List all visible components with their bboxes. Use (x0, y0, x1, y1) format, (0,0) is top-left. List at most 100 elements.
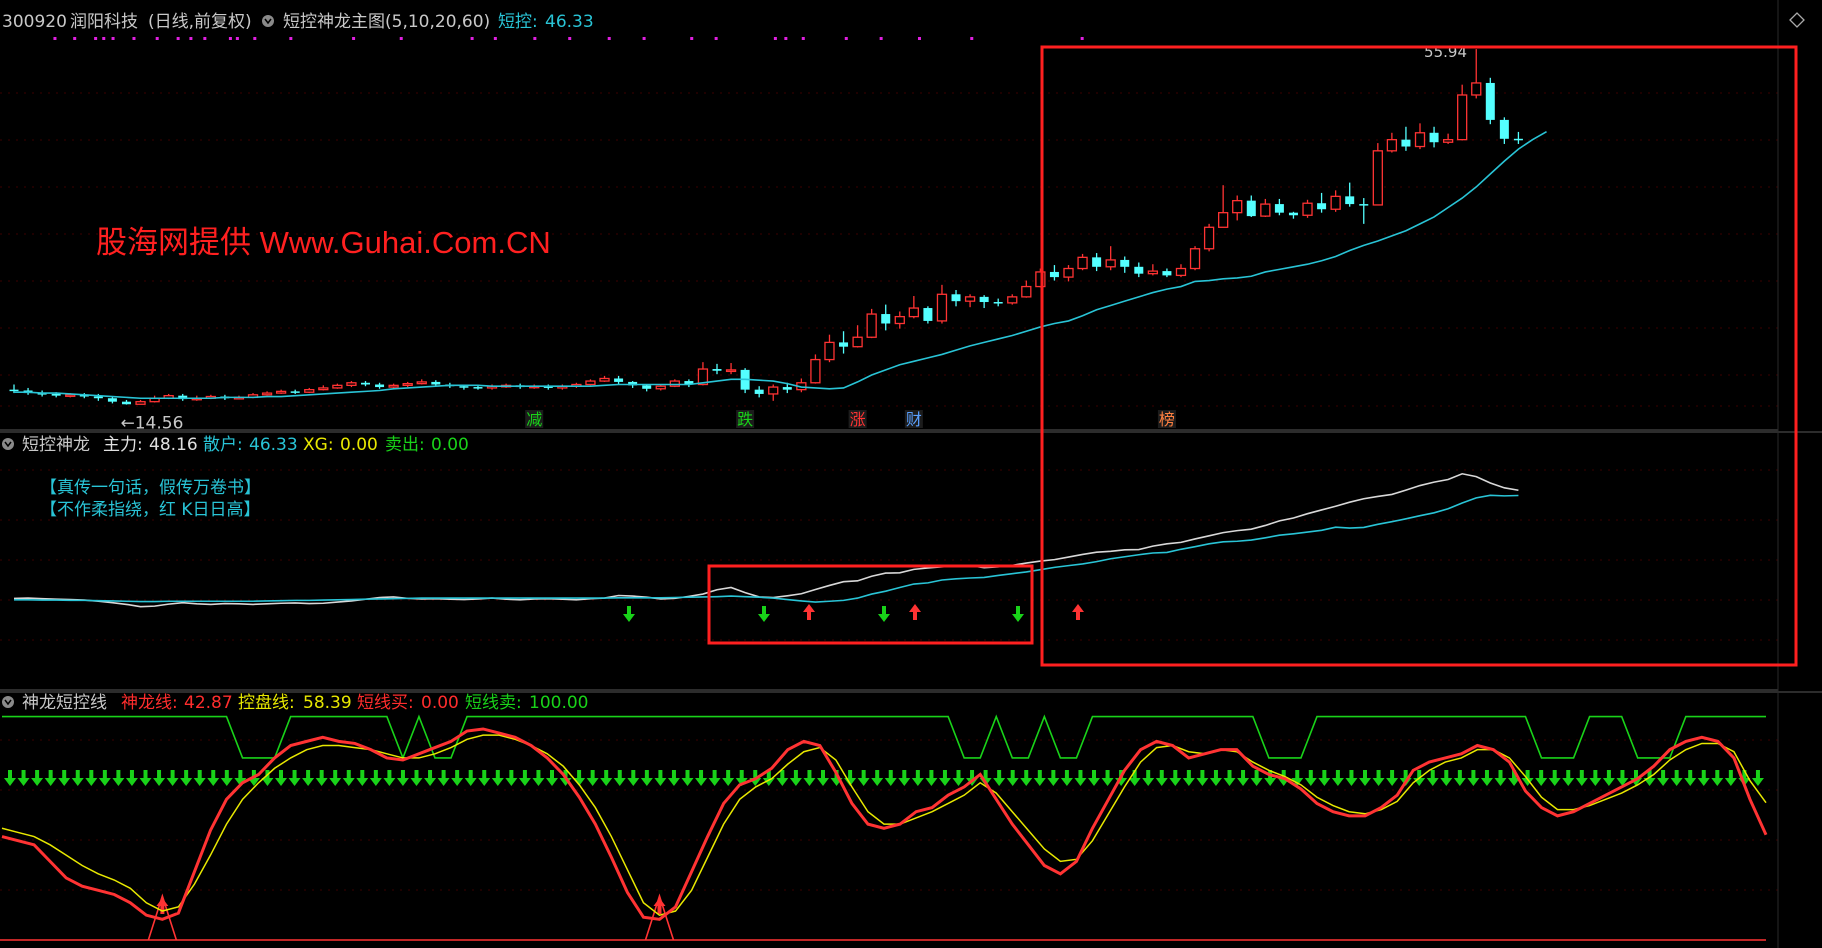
down-arrow (437, 770, 450, 786)
down-arrow (1074, 770, 1087, 786)
candle-body-up (1232, 199, 1243, 214)
down-arrow (1602, 770, 1615, 786)
up-arrow (909, 604, 921, 620)
down-arrow (1711, 770, 1724, 786)
down-arrow (342, 770, 355, 786)
down-arrow (1684, 770, 1697, 786)
candle-body-up (1105, 259, 1116, 268)
down-arrow (1060, 770, 1073, 786)
down-arrow (396, 770, 409, 786)
down-arrow (758, 606, 770, 622)
down-arrow (911, 770, 924, 786)
grid-lines (0, 0, 1822, 948)
candle-body-down (1499, 119, 1509, 139)
candle-body-up (1035, 271, 1046, 288)
down-arrow (546, 770, 558, 786)
signal-label: 跌 (737, 410, 753, 429)
down-arrow (993, 770, 1006, 786)
mid-note-2: 【不作柔指绕，红 K日日高】 (40, 500, 261, 520)
down-arrow (1548, 770, 1561, 786)
down-arrow (803, 770, 816, 786)
down-arrow (1575, 770, 1588, 786)
down-arrow (938, 770, 951, 786)
mid-key-2: 散户: (203, 435, 243, 455)
candle-body-up (1021, 285, 1032, 298)
signal-dot (189, 37, 193, 40)
signal-dot (844, 37, 848, 40)
down-arrow (1697, 770, 1710, 786)
bottom-panel-menu-icon[interactable] (2, 696, 14, 708)
down-arrow (518, 770, 531, 786)
ma-line (14, 130, 1547, 400)
down-arrow (1033, 770, 1046, 786)
down-arrow (315, 770, 328, 786)
candle-body-up (1414, 132, 1426, 148)
down-arrow (207, 770, 220, 786)
chart-mode: (日线,前复权) (148, 12, 252, 32)
bottom-key-2: 控盘线: (238, 693, 295, 713)
down-arrow (667, 770, 680, 786)
down-arrow (17, 770, 30, 786)
candle-body-up (261, 392, 273, 396)
candle-body-down (1049, 271, 1059, 278)
candle-body-up (388, 384, 399, 388)
down-arrow (153, 770, 166, 786)
candle-body-down (951, 294, 961, 302)
signal-dot (399, 37, 403, 40)
candle-body-down (375, 384, 385, 388)
candle-body-down (1288, 212, 1298, 216)
signal-dot (235, 37, 239, 40)
down-arrow (369, 770, 382, 786)
signal-dot (176, 37, 180, 40)
candle-body-down (993, 302, 1003, 304)
down-arrow (1426, 770, 1439, 786)
signal-dot (228, 37, 232, 40)
stock-name: 润阳科技 (70, 12, 138, 32)
signal-dot (801, 37, 805, 40)
up-arrow (1072, 604, 1084, 620)
down-arrow (1237, 770, 1250, 786)
bottom-key-3: 短线买: (357, 693, 414, 713)
bottom-line-panel (0, 714, 1768, 941)
candle-body-down (431, 381, 441, 385)
candle-body-up (964, 296, 976, 302)
candle-body-up (332, 384, 343, 389)
down-arrow (884, 770, 897, 786)
candle-body-down (923, 308, 933, 321)
candle-body-up (1457, 94, 1468, 141)
down-arrow (1142, 770, 1155, 786)
candle-body-up (402, 382, 413, 387)
down-arrow (1020, 770, 1033, 786)
mid-panel-menu-icon[interactable] (2, 438, 14, 450)
candle-body-down (107, 398, 117, 402)
down-arrow (464, 770, 477, 786)
down-arrow (180, 770, 193, 786)
diamond-icon[interactable] (1789, 12, 1805, 28)
down-arrow (925, 770, 938, 786)
signal-dot (73, 37, 77, 40)
bottom-val-1: 42.87 (184, 693, 233, 713)
down-arrow (1101, 770, 1114, 786)
signal-dot (642, 37, 646, 40)
signal-dot (352, 37, 356, 40)
candle-body-up (275, 390, 287, 394)
candle-body-up (1007, 296, 1018, 304)
indicator-name[interactable]: 短控神龙主图(5,10,20,60) (283, 12, 490, 32)
candle-body-down (51, 393, 61, 396)
indicator-menu-icon[interactable] (262, 15, 274, 27)
stock-chart[interactable]: 300920 润阳科技 (日线,前复权) 短控神龙主图(5,10,20,60) … (0, 0, 1822, 948)
signal-dot (253, 37, 257, 40)
watermark: 股海网提供 Www.Guhai.Com.CN (96, 225, 551, 260)
indicator-key: 短控: (498, 12, 538, 32)
down-arrow (1196, 770, 1209, 786)
candle-body-down (1162, 271, 1172, 276)
candle-body-down (1429, 132, 1439, 143)
candle-body-up (1302, 202, 1313, 216)
down-arrow (478, 770, 491, 786)
down-arrow (31, 770, 44, 786)
bottom-key-4: 短线卖: (465, 693, 522, 713)
candle-body-down (1092, 257, 1102, 267)
candle-body-up (1189, 248, 1201, 270)
down-arrow (1535, 770, 1548, 786)
down-arrow (44, 770, 57, 786)
